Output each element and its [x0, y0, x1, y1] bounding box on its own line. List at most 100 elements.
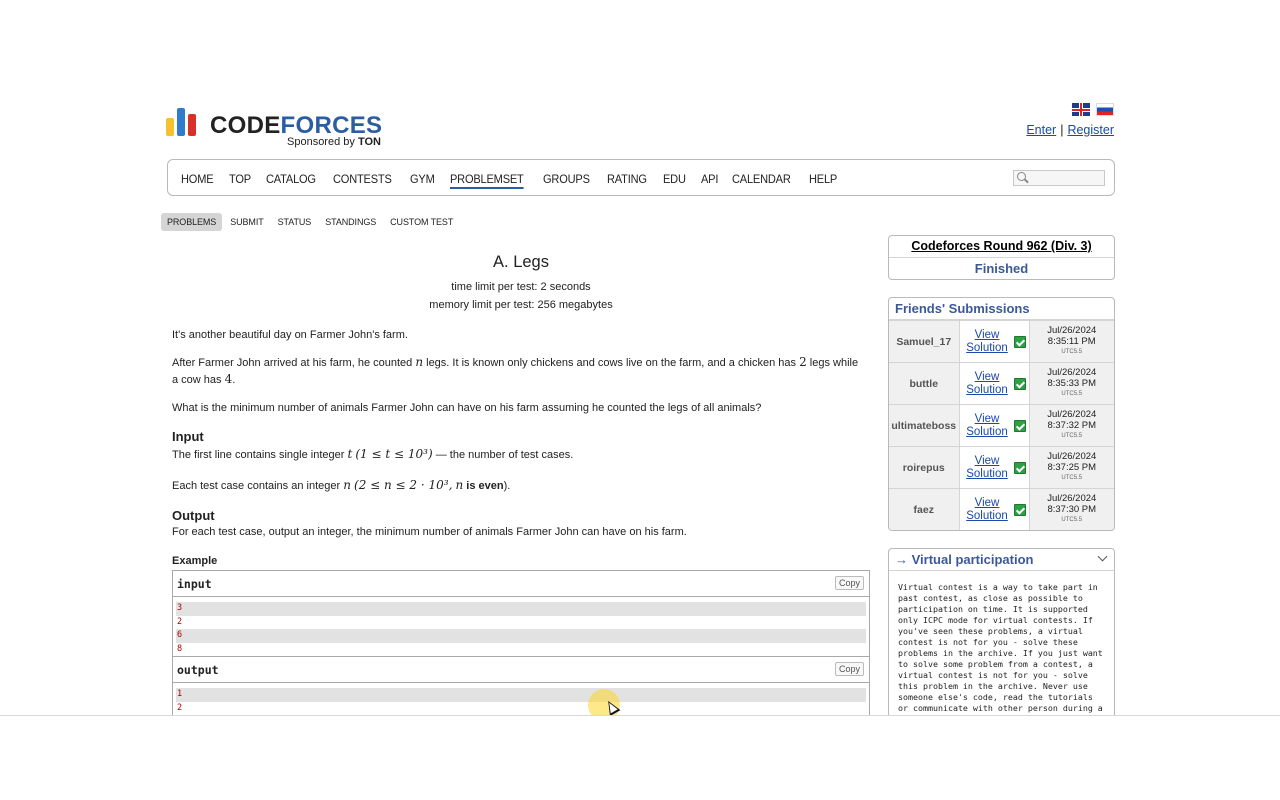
sample-output: output Copy 12 [172, 656, 870, 716]
viewport-edge [0, 715, 1280, 716]
register-link[interactable]: Register [1067, 123, 1114, 137]
virtual-participation-text: Virtual contest is a way to take part in… [898, 582, 1103, 716]
codeforces-logo-icon [166, 108, 202, 136]
friend-handle[interactable]: ultimateboss [889, 404, 960, 447]
nav-item-calendar[interactable]: CALENDAR [732, 172, 791, 189]
legend-paragraph-3: What is the minimum number of animals Fa… [172, 402, 762, 414]
legend-paragraph-2: After Farmer John arrived at his farm, h… [172, 355, 859, 386]
view-solution-cell: View Solution [958, 404, 1030, 447]
submission-row: ultimateboss View Solution Jul/26/2024 8:37:… [889, 404, 1114, 447]
enter-link[interactable]: Enter [1026, 123, 1056, 137]
view-solution-link[interactable]: View Solution [966, 413, 1008, 439]
subtab-standings[interactable]: STANDINGS [319, 213, 382, 231]
sample-line: 2 [176, 615, 866, 629]
contest-link[interactable]: Codeforces Round 962 (Div. 3) [911, 239, 1091, 253]
contest-name: Codeforces Round 962 (Div. 3) [889, 236, 1114, 258]
memory-limit: memory limit per test: 256 megabytes [429, 299, 613, 311]
accepted-check-icon [1013, 504, 1026, 516]
nav-item-edu[interactable]: EDU [663, 172, 686, 189]
sample-line: 6 [176, 629, 866, 643]
nav-item-catalog[interactable]: CATALOG [266, 172, 316, 189]
accepted-check-icon [1013, 378, 1026, 390]
view-solution-link[interactable]: View Solution [966, 497, 1008, 523]
nav-item-api[interactable]: API [701, 172, 718, 189]
friend-handle[interactable]: Samuel_17 [889, 320, 960, 363]
sample-input: input Copy 3268 [172, 570, 870, 659]
view-solution-link[interactable]: View Solution [966, 455, 1008, 481]
friends-submissions-box: Friends' Submissions Samuel_17 View Soluti… [888, 297, 1115, 531]
search-icon [1017, 172, 1026, 181]
sample-output-body[interactable]: 12 [173, 683, 869, 716]
submission-row: roirepus View Solution Jul/26/2024 8:37:25 P… [889, 446, 1114, 489]
submission-time: Jul/26/2024 8:35:11 PM UTC5.5 [1028, 320, 1114, 363]
chevron-down-icon[interactable] [1097, 551, 1108, 562]
input-heading: Input [172, 429, 204, 444]
subtab-custom-test[interactable]: CUSTOM TEST [384, 213, 459, 231]
contest-phase: Finished [974, 261, 1029, 276]
main-menu-list: HOME TOP CATALOG CONTESTS GYM PROBLEMSET GROUP… [181, 172, 853, 189]
view-solution-cell: View Solution [958, 320, 1030, 363]
submission-time: Jul/26/2024 8:37:32 PM UTC5.5 [1028, 404, 1114, 447]
sample-line: 3 [176, 602, 866, 616]
nav-item-gym[interactable]: GYM [410, 172, 435, 189]
sample-line: 2 [176, 701, 866, 715]
copy-input-button[interactable]: Copy [834, 576, 864, 590]
view-solution-link[interactable]: View Solution [966, 329, 1008, 355]
contest-info-box: Codeforces Round 962 (Div. 3) Finished [888, 235, 1115, 280]
time-limit: time limit per test: 2 seconds [451, 281, 591, 293]
accepted-check-icon [1013, 336, 1026, 348]
search-input[interactable] [1030, 171, 1104, 185]
input-line-2: Each test case contains an integer n (2 … [172, 478, 511, 492]
nav-item-contests[interactable]: CONTESTS [333, 172, 392, 189]
nav-item-rating[interactable]: RATING [607, 172, 647, 189]
submission-time: Jul/26/2024 8:35:33 PM UTC5.5 [1028, 362, 1114, 405]
auth-links: Enter | Register [1026, 123, 1114, 137]
view-solution-link[interactable]: View Solution [966, 371, 1008, 397]
nav-item-top[interactable]: TOP [229, 172, 251, 189]
sponsor-line: Sponsored by TON [287, 136, 381, 148]
second-level-menu: PROBLEMS SUBMIT STATUS STANDINGS CUSTOM TEST [161, 213, 461, 231]
codeforces-logo[interactable]: CODEFORCES Sponsored by TON [166, 108, 396, 152]
view-solution-cell: View Solution [958, 362, 1030, 405]
friend-handle[interactable]: roirepus [889, 446, 960, 489]
search-box [1013, 170, 1105, 186]
submission-row: buttle View Solution Jul/26/2024 8:35:33 PM U… [889, 362, 1114, 405]
main-menu: HOME TOP CATALOG CONTESTS GYM PROBLEMSET GROUP… [167, 159, 1115, 196]
friend-handle[interactable]: buttle [889, 362, 960, 405]
copy-output-button[interactable]: Copy [834, 662, 864, 676]
subtab-problems[interactable]: PROBLEMS [161, 213, 223, 231]
output-text: For each test case, output an integer, t… [172, 526, 687, 538]
accepted-check-icon [1013, 462, 1026, 474]
sample-input-title: input [177, 577, 212, 591]
problem-title: A. Legs [493, 253, 549, 271]
submission-time: Jul/26/2024 8:37:25 PM UTC5.5 [1028, 446, 1114, 489]
friends-submissions-table: Samuel_17 View Solution Jul/26/2024 8:35:11 … [889, 320, 1114, 530]
nav-item-problemset[interactable]: PROBLEMSET [449, 172, 524, 189]
input-line-1: The first line contains single integer t… [172, 447, 574, 461]
submission-time: Jul/26/2024 8:37:30 PM UTC5.5 [1028, 488, 1114, 530]
legend-paragraph-1: It's another beautiful day on Farmer Joh… [172, 329, 408, 341]
example-heading: Example [172, 555, 218, 567]
nav-item-groups[interactable]: GROUPS [543, 172, 590, 189]
view-solution-cell: View Solution [958, 446, 1030, 489]
language-switcher [1072, 103, 1116, 117]
output-heading: Output [172, 508, 215, 523]
sample-line: 8 [176, 642, 866, 656]
subtab-status[interactable]: STATUS [272, 213, 318, 231]
submission-row: Samuel_17 View Solution Jul/26/2024 8:35:11 … [889, 320, 1114, 363]
browser-viewport: CODEFORCES Sponsored by TON Enter | Regist… [0, 0, 1280, 716]
nav-item-home[interactable]: HOME [181, 172, 214, 189]
sample-input-body[interactable]: 3268 [173, 597, 869, 658]
friends-submissions-title: Friends' Submissions [889, 298, 1114, 320]
ru-flag-icon[interactable] [1096, 103, 1114, 116]
subtab-submit[interactable]: SUBMIT [224, 213, 269, 231]
accepted-check-icon [1013, 420, 1026, 432]
sample-output-title: output [177, 663, 219, 677]
nav-item-help[interactable]: HELP [809, 172, 837, 189]
uk-flag-icon[interactable] [1072, 103, 1090, 116]
virtual-participation-box: → Virtual participation Virtual contest … [888, 548, 1115, 716]
submission-row: faez View Solution Jul/26/2024 8:37:30 PM UTC… [889, 488, 1114, 530]
friend-handle[interactable]: faez [889, 488, 960, 530]
sample-line: 1 [176, 688, 866, 702]
virtual-participation-title[interactable]: → Virtual participation [889, 549, 1114, 571]
